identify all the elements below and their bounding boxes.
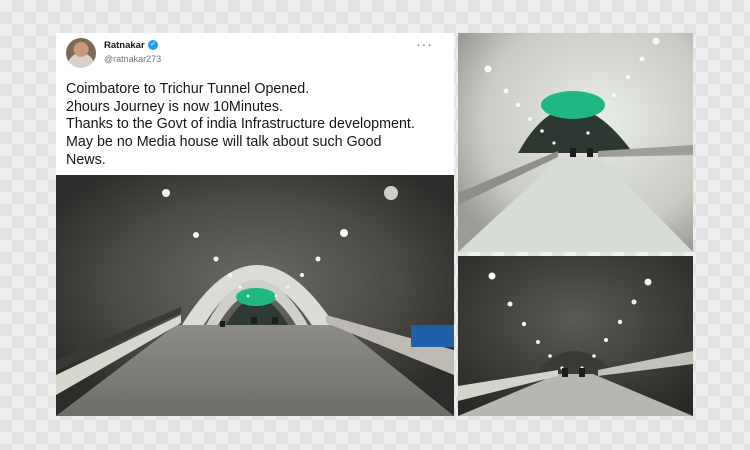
author-handle[interactable]: @ratnakar273 <box>104 54 161 64</box>
tweet-text-line: News. <box>66 151 106 168</box>
tweet-text-line: Thanks to the Govt of india Infrastructu… <box>66 116 415 133</box>
tweet-text-line: May be no Media house will talk about su… <box>66 134 382 151</box>
verified-badge-icon: ✓ <box>148 40 158 50</box>
tweet-text-line: 2hours Journey is now 10Minutes. <box>66 98 283 115</box>
tweet-text-line: Coimbatore to Trichur Tunnel Opened. <box>66 81 310 97</box>
tunnel-video-frame[interactable] <box>56 175 454 416</box>
tunnel-photo-top[interactable] <box>458 33 693 252</box>
author-avatar[interactable] <box>66 38 96 68</box>
more-options-icon[interactable]: ··· <box>416 36 433 52</box>
author-name[interactable]: Ratnakar <box>104 40 145 51</box>
tunnel-photo-bottom[interactable] <box>458 256 693 416</box>
tweet-text: Coimbatore to Trichur Tunnel Opened. 2ho… <box>66 81 451 170</box>
